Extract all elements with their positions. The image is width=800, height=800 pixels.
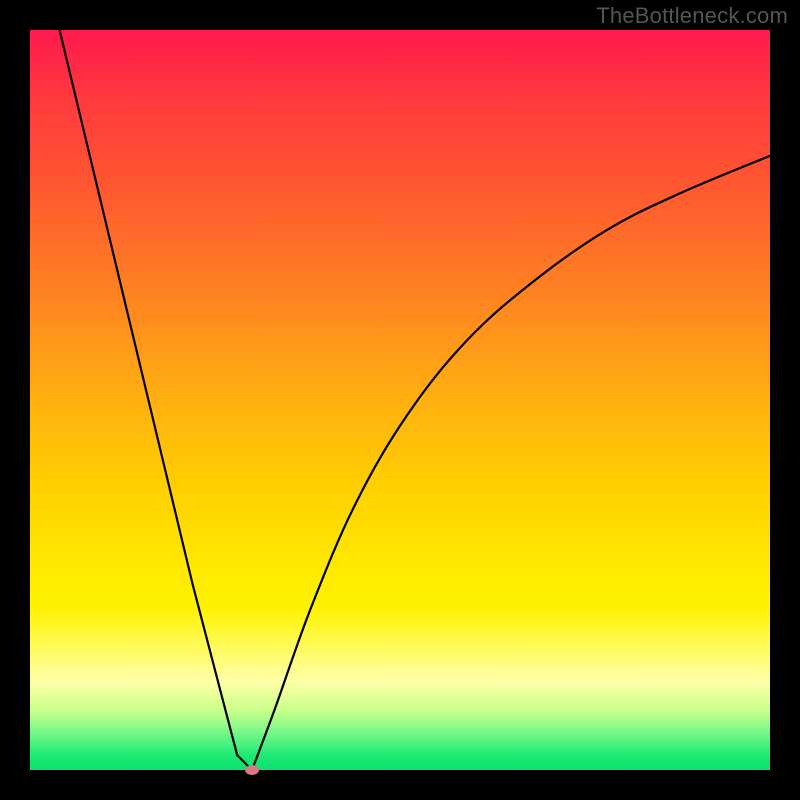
curve-left-branch [60, 30, 252, 770]
plot-area [30, 30, 770, 770]
bottleneck-curve [30, 30, 770, 770]
watermark-text: TheBottleneck.com [596, 3, 788, 29]
curve-right-branch [252, 156, 770, 770]
optimum-marker [245, 765, 259, 775]
chart-frame: TheBottleneck.com [0, 0, 800, 800]
